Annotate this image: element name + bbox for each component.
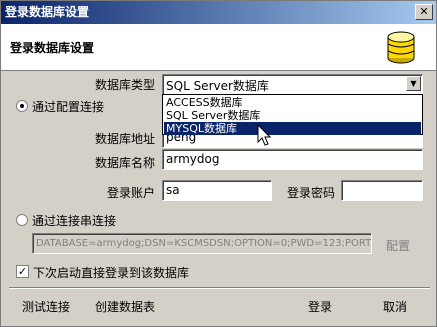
db-name-label: 数据库名称 — [95, 156, 156, 170]
db-name-field[interactable]: armydog — [162, 149, 423, 170]
account-field[interactable]: sa — [162, 180, 272, 201]
dropdown-option-sqlserver[interactable]: SQL Server数据库 — [164, 109, 421, 122]
create-table-button[interactable]: 创建数据表 — [95, 298, 155, 315]
mouse-pointer-icon — [257, 124, 272, 146]
conn-string-field[interactable]: DATABASE=armydog;DSN=KSCMSDSN;OPTION=0;P… — [32, 233, 372, 254]
password-label: 登录密码 — [287, 186, 336, 200]
conn-string-value: DATABASE=armydog;DSN=KSCMSDSN;OPTION=0;P… — [36, 238, 372, 249]
db-name-value: armydog — [166, 152, 220, 166]
title-bar[interactable]: 登录数据库设置 ✕ — [1, 1, 436, 24]
dropdown-option-access[interactable]: ACCESS数据库 — [164, 96, 421, 109]
auto-login-checkbox[interactable]: ✓ — [16, 265, 29, 278]
auto-login-label: 下次启动直接登录到该数据库 — [33, 266, 190, 280]
db-address-label: 数据库地址 — [95, 132, 156, 146]
window-title: 登录数据库设置 — [5, 5, 90, 19]
login-db-settings-window: 登录数据库设置 ✕ 登录数据库设置 数据库类型 SQL Server数据库 ▼ … — [0, 0, 437, 327]
db-type-dropdown-list: ACCESS数据库 SQL Server数据库 MYSQL数据库 — [162, 94, 423, 135]
via-config-label: 通过配置连接 — [32, 100, 105, 114]
cancel-button[interactable]: 取消 — [383, 298, 407, 315]
password-field[interactable] — [341, 180, 423, 201]
close-icon[interactable]: ✕ — [415, 4, 433, 20]
via-string-label: 通过连接串连接 — [32, 214, 117, 228]
test-connection-button[interactable]: 测试连接 — [22, 298, 70, 315]
dropdown-option-mysql[interactable]: MYSQL数据库 — [164, 122, 421, 135]
login-button[interactable]: 登录 — [308, 298, 332, 315]
header-title: 登录数据库设置 — [10, 41, 95, 55]
account-label: 登录账户 — [107, 186, 156, 200]
chevron-down-icon[interactable]: ▼ — [406, 76, 421, 91]
via-config-radio[interactable] — [16, 100, 28, 112]
via-string-radio[interactable] — [16, 214, 28, 226]
db-type-value: SQL Server数据库 — [166, 79, 269, 93]
dialog-header: 登录数据库设置 — [1, 24, 436, 71]
account-value: sa — [166, 183, 180, 197]
config-button[interactable]: 配置 — [386, 237, 410, 254]
db-type-select[interactable]: SQL Server数据库 ▼ — [162, 74, 423, 95]
footer-divider — [9, 287, 430, 289]
database-icon — [387, 31, 415, 64]
db-type-label: 数据库类型 — [95, 78, 156, 92]
